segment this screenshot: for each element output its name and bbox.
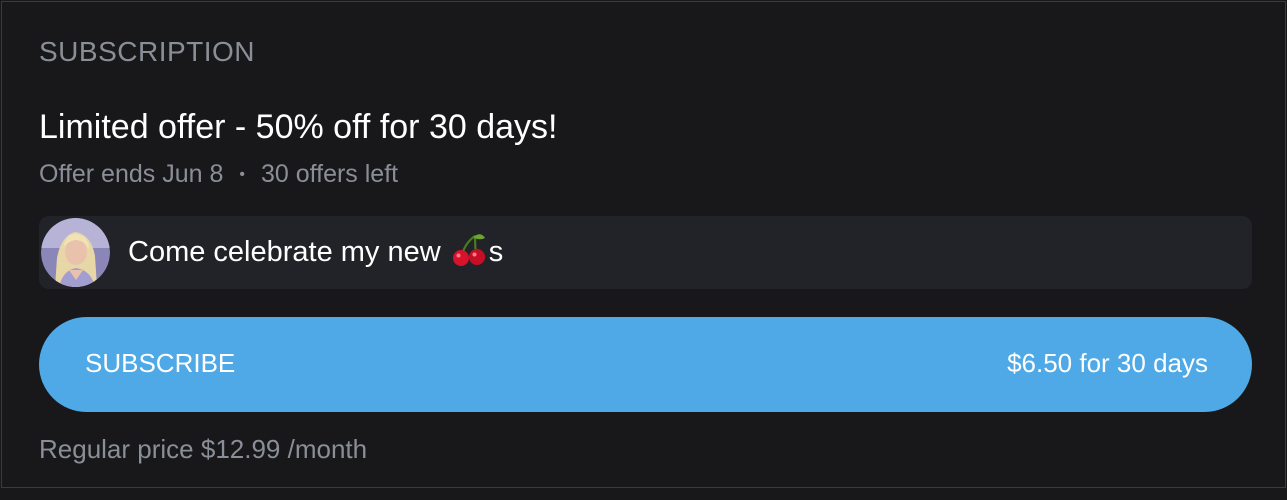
message-text-before: Come celebrate my new	[128, 236, 449, 268]
avatar[interactable]	[39, 216, 112, 289]
offer-title: Limited offer - 50% off for 30 days!	[39, 108, 558, 146]
offer-meta: Offer ends Jun 8 • 30 offers left	[39, 160, 398, 189]
subscribe-price: $6.50 for 30 days	[1007, 348, 1208, 378]
offer-ends-text: Offer ends Jun 8	[39, 160, 224, 188]
section-label: SUBSCRIPTION	[39, 36, 256, 67]
message-text: Come celebrate my new s	[128, 233, 503, 275]
subscribe-label: SUBSCRIBE	[85, 348, 236, 378]
cherries-icon	[451, 233, 487, 275]
subscription-card: SUBSCRIPTION Limited offer - 50% off for…	[1, 1, 1286, 488]
message-text-after: s	[488, 236, 504, 268]
subscribe-button[interactable]: SUBSCRIBE $6.50 for 30 days	[39, 317, 1252, 412]
offers-left-text: 30 offers left	[260, 160, 399, 188]
separator-dot: •	[239, 165, 245, 183]
offer-message: Come celebrate my new s	[39, 216, 1252, 289]
regular-price: Regular price $12.99 /month	[39, 434, 368, 464]
avatar-image	[41, 218, 110, 287]
